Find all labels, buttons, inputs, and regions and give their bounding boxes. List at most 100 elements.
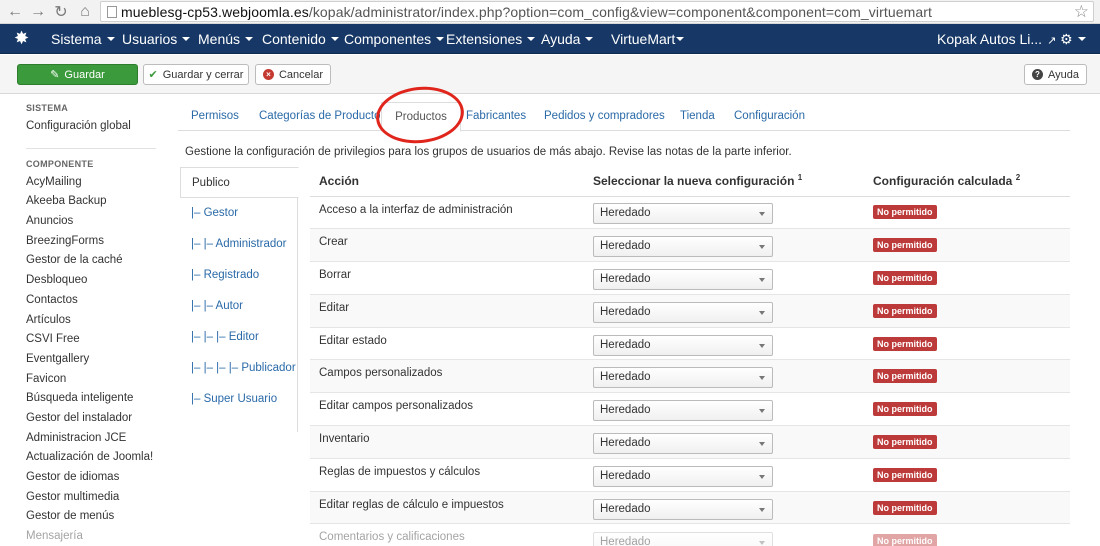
help-button[interactable]: ? Ayuda — [1024, 64, 1087, 85]
status-badge: No permitido — [873, 238, 937, 253]
menu-componentes[interactable]: Componentes — [344, 31, 445, 47]
sidebar-component-heading: COMPONENTE — [26, 158, 94, 169]
sidebar-item[interactable]: BreezingForms — [26, 232, 161, 252]
select-cell: Heredado — [584, 523, 864, 546]
permission-select[interactable]: Heredado — [593, 465, 773, 487]
sidebar-item[interactable]: Akeeba Backup — [26, 192, 161, 212]
user-settings-menu[interactable]: ⚙ — [1060, 31, 1086, 48]
group-item-administrador[interactable]: |– |– Administrador — [180, 229, 297, 260]
bookmark-star-icon[interactable]: ☆ — [1074, 2, 1089, 22]
group-item-publico[interactable]: Publico — [180, 167, 299, 198]
tab-permisos[interactable]: Permisos — [191, 110, 239, 122]
action-name-cell: Campos personalizados — [310, 359, 584, 393]
save-button[interactable]: ✎ Guardar — [17, 64, 138, 85]
edit-icon: ✎ — [50, 69, 60, 81]
select-cell: Heredado — [584, 425, 864, 459]
sidebar-item-global-config[interactable]: Configuración global — [26, 117, 161, 137]
sidebar-divider — [26, 147, 156, 149]
sidebar-item[interactable]: Artículos — [26, 311, 161, 331]
caret-down-icon — [436, 37, 445, 41]
save-close-button[interactable]: ✔ Guardar y cerrar — [143, 64, 249, 85]
external-link-icon: ↗ — [1047, 35, 1057, 47]
menu-contenido[interactable]: Contenido — [262, 31, 339, 47]
group-item-super-usuario[interactable]: |– Super Usuario — [180, 384, 297, 415]
permission-select[interactable]: Heredado — [593, 432, 773, 454]
permission-select[interactable]: Heredado — [593, 498, 773, 520]
tab-configuracion[interactable]: Configuración — [734, 110, 805, 122]
status-badge: No permitido — [873, 402, 937, 417]
reload-icon[interactable]: ↻ — [50, 1, 72, 23]
url-path: /kopak/administrator/index.php?option=co… — [308, 4, 933, 20]
home-icon[interactable]: ⌂ — [74, 1, 96, 23]
table-row: Reglas de impuestos y cálculos Heredado No… — [310, 457, 1070, 492]
group-item-gestor[interactable]: |– Gestor — [180, 198, 297, 229]
permission-select[interactable]: Heredado — [593, 236, 773, 258]
action-name: Crear — [319, 236, 348, 249]
back-arrow-icon[interactable]: ← — [4, 1, 26, 23]
permission-select[interactable]: Heredado — [593, 367, 773, 389]
permission-select[interactable]: Heredado — [593, 301, 773, 323]
sidebar-item[interactable]: Mensajería — [26, 527, 161, 546]
permission-select[interactable]: Heredado — [593, 268, 773, 290]
tab-categorias-producto[interactable]: Categorías de Producto — [259, 110, 380, 122]
permission-select[interactable]: Heredado — [593, 203, 773, 225]
sidebar-item[interactable]: Contactos — [26, 291, 161, 311]
group-item-registrado[interactable]: |– Registrado — [180, 260, 297, 291]
select-value: Heredado — [600, 469, 651, 482]
select-arrow-icon — [759, 212, 765, 217]
permission-select[interactable]: Heredado — [593, 531, 773, 546]
permissions-intro-text: Gestione la configuración de privilegios… — [185, 146, 792, 158]
permission-select[interactable]: Heredado — [593, 400, 773, 422]
menu-label: Extensiones — [446, 31, 523, 47]
sidebar-item[interactable]: Anuncios — [26, 212, 161, 232]
menu-ayuda[interactable]: Ayuda — [541, 31, 594, 47]
tab-tienda[interactable]: Tienda — [680, 110, 715, 122]
menu-menus[interactable]: Menús — [198, 31, 254, 47]
cancel-label: Cancelar — [278, 68, 324, 81]
select-value: Heredado — [600, 240, 651, 253]
group-item-publicador[interactable]: |– |– |– |– Publicador — [180, 353, 297, 384]
sidebar-item[interactable]: Actualización de Joomla! — [26, 448, 161, 468]
forward-arrow-icon[interactable]: → — [27, 1, 49, 23]
tab-fabricantes[interactable]: Fabricantes — [466, 110, 526, 122]
sidebar-item[interactable]: CSVI Free — [26, 330, 161, 350]
menu-extensiones[interactable]: Extensiones — [446, 31, 536, 47]
menu-usuarios[interactable]: Usuarios — [122, 31, 191, 47]
select-cell: Heredado — [584, 293, 864, 328]
sidebar-item[interactable]: AcyMailing — [26, 173, 161, 193]
select-arrow-icon — [759, 343, 765, 348]
menu-virtuemart[interactable]: VirtueMart — [611, 31, 685, 47]
menu-sistema[interactable]: Sistema — [51, 31, 115, 47]
save-label: Guardar — [64, 68, 105, 81]
sidebar-item[interactable]: Gestor de menús — [26, 507, 161, 527]
select-cell: Heredado — [584, 392, 864, 426]
group-item-editor[interactable]: |– |– |– Editor — [180, 322, 297, 353]
column-header-select: Seleccionar la nueva configuración 1 — [584, 166, 864, 197]
permission-select[interactable]: Heredado — [593, 334, 773, 356]
table-row: Editar Heredado No permitido — [310, 293, 1070, 328]
sidebar-item[interactable]: Eventgallery — [26, 350, 161, 370]
sidebar-item[interactable]: Gestor de idiomas — [26, 468, 161, 488]
site-link[interactable]: Kopak Autos Li... ↗ — [937, 31, 1056, 47]
action-name-cell: Editar reglas de cálculo e impuestos — [310, 490, 584, 524]
sidebar-item[interactable]: Desbloqueo — [26, 271, 161, 291]
calculated-cell: No permitido — [864, 293, 1070, 328]
sidebar-item[interactable]: Favicon — [26, 370, 161, 390]
menu-label: Sistema — [51, 31, 102, 47]
sidebar-item[interactable]: Administracion JCE — [26, 429, 161, 449]
sidebar-item[interactable]: Gestor de la caché — [26, 251, 161, 271]
sidebar-item[interactable]: Gestor del instalador — [26, 409, 161, 429]
select-value: Heredado — [600, 338, 651, 351]
sidebar-item[interactable]: Gestor multimedia — [26, 488, 161, 508]
caret-down-icon — [106, 37, 115, 41]
caret-down-icon — [182, 37, 191, 41]
sidebar-item[interactable]: Búsqueda inteligente — [26, 389, 161, 409]
joomla-logo-icon[interactable]: ✸ — [14, 28, 29, 49]
tab-pedidos-compradores[interactable]: Pedidos y compradores — [544, 110, 665, 122]
select-value: Heredado — [600, 502, 651, 515]
group-item-autor[interactable]: |– |– Autor — [180, 291, 297, 322]
cancel-button[interactable]: × Cancelar — [255, 64, 331, 85]
help-label: Ayuda — [1048, 68, 1079, 81]
url-field[interactable]: mueblesg-cp53.webjoomla.es/kopak/adminis… — [100, 1, 1094, 22]
select-arrow-icon — [759, 474, 765, 479]
